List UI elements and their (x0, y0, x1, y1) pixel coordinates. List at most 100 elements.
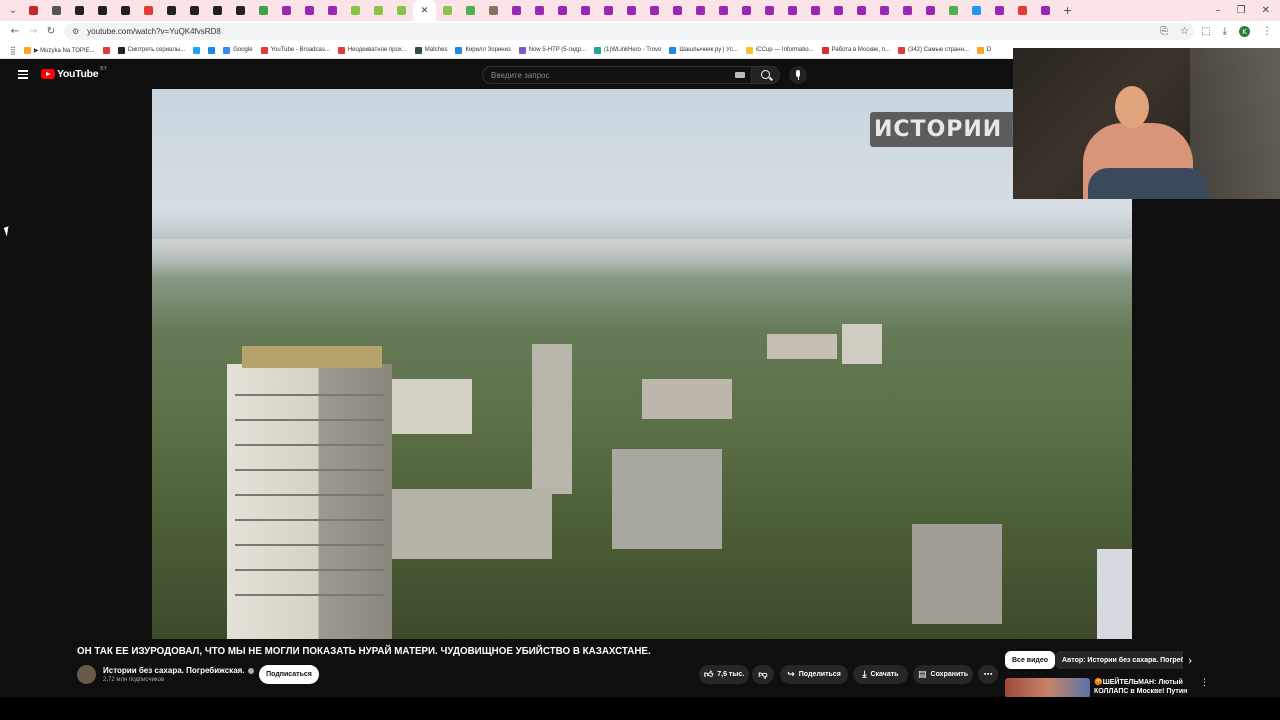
search-input[interactable]: Введите запрос (482, 66, 752, 84)
profile-avatar[interactable]: K (1239, 26, 1250, 37)
browser-tab[interactable] (252, 0, 275, 21)
tab-search-icon[interactable]: ⌄ (4, 5, 22, 16)
bookmark-item[interactable]: Шашлычник ру | Уc... (669, 46, 738, 54)
browser-tab[interactable] (850, 0, 873, 21)
site-info-icon[interactable]: ⚙ (72, 27, 79, 36)
search-button[interactable] (752, 66, 780, 84)
browser-tab[interactable] (827, 0, 850, 21)
bookmark-item[interactable]: ▶ Muzyka Na TOP!E... (23, 46, 95, 54)
browser-tab[interactable] (643, 0, 666, 21)
browser-tab[interactable] (275, 0, 298, 21)
browser-tab[interactable] (781, 0, 804, 21)
browser-tab[interactable] (344, 0, 367, 21)
browser-tab[interactable] (988, 0, 1011, 21)
browser-tab[interactable] (551, 0, 574, 21)
reload-icon[interactable]: ↻ (42, 26, 60, 37)
bookmark-item[interactable]: Google (223, 46, 253, 54)
apps-grid-icon[interactable]: ⣿ (10, 46, 16, 55)
active-tab[interactable]: ✕ (413, 0, 436, 21)
bookmark-item[interactable] (208, 46, 216, 54)
bookmark-item[interactable]: D (976, 46, 991, 54)
browser-tab[interactable] (436, 0, 459, 21)
browser-tab[interactable] (505, 0, 528, 21)
browser-tab[interactable] (137, 0, 160, 21)
browser-tab[interactable] (459, 0, 482, 21)
bookmark-item[interactable]: YouTube - Broadcas... (260, 46, 330, 54)
close-window-icon[interactable]: ✕ (1262, 5, 1270, 16)
browser-menu-icon[interactable]: ⋮ (1262, 26, 1272, 37)
microphone-icon[interactable] (789, 66, 807, 84)
bookmark-item[interactable]: Смотреть сериалы... (117, 46, 185, 54)
browser-tab[interactable] (160, 0, 183, 21)
browser-tab[interactable] (321, 0, 344, 21)
extensions-icon[interactable]: ⬚ (1201, 26, 1210, 37)
browser-tab[interactable] (896, 0, 919, 21)
browser-tab[interactable] (965, 0, 988, 21)
browser-tab[interactable] (68, 0, 91, 21)
chevron-right-icon[interactable]: › (1188, 654, 1192, 667)
browser-tab[interactable] (528, 0, 551, 21)
more-actions-button[interactable]: ⋯ (978, 665, 998, 684)
download-button[interactable]: ⤓ Скачать (853, 665, 908, 684)
dislike-button[interactable]: 👎︎ (752, 665, 774, 684)
browser-tab[interactable] (712, 0, 735, 21)
bookmark-item[interactable]: iCCup — Informatio... (745, 46, 814, 54)
bookmark-star-icon[interactable]: ☆ (1180, 26, 1189, 37)
recommendation-menu-icon[interactable]: ⋮ (1200, 678, 1209, 688)
like-button[interactable]: 👍︎ 7,6 тыс. (699, 665, 749, 684)
browser-tab[interactable] (91, 0, 114, 21)
bookmark-item[interactable]: Matches (414, 46, 447, 54)
recommendation-thumbnail[interactable] (1005, 678, 1090, 698)
browser-tab[interactable] (1034, 0, 1057, 21)
browser-tab[interactable] (206, 0, 229, 21)
new-tab-button[interactable]: + (1063, 4, 1072, 17)
browser-tab[interactable] (873, 0, 896, 21)
subscribe-button[interactable]: Подписаться (259, 665, 319, 684)
share-button[interactable]: ↪ Поделиться (780, 665, 848, 684)
browser-tab[interactable] (597, 0, 620, 21)
bookmark-item[interactable]: Now 5-HTP (5-гидр... (518, 46, 586, 54)
bookmark-item[interactable]: Работа в Москве, п... (821, 46, 890, 54)
bookmark-item[interactable]: Кирилл Зориниз (455, 46, 511, 54)
bookmark-item[interactable]: (1)WLinkHero - Trovo (594, 46, 661, 54)
save-button[interactable]: ▤ Сохранить (913, 665, 973, 684)
bookmark-item[interactable]: Неодекватное прох... (337, 46, 407, 54)
channel-name[interactable]: Истории без сахара. Погребижская. (103, 666, 254, 675)
hamburger-menu-icon[interactable] (18, 70, 28, 81)
bookmark-item[interactable]: (342) Самые странн... (897, 46, 969, 54)
forward-icon[interactable]: → (24, 26, 42, 37)
browser-tab[interactable] (367, 0, 390, 21)
browser-tab[interactable] (666, 0, 689, 21)
browser-tab[interactable] (919, 0, 942, 21)
address-url[interactable]: youtube.com/watch?v=YuQK4fvsRD8 (87, 27, 221, 36)
browser-tab[interactable] (689, 0, 712, 21)
browser-tab[interactable] (1011, 0, 1034, 21)
back-icon[interactable]: ← (6, 26, 24, 37)
bookmark-item[interactable] (102, 46, 110, 54)
browser-tab[interactable] (183, 0, 206, 21)
keyboard-icon[interactable] (735, 72, 745, 78)
youtube-logo[interactable]: YouTube BY (41, 66, 107, 80)
bookmark-item[interactable] (193, 46, 201, 54)
browser-tab[interactable] (620, 0, 643, 21)
browser-tab[interactable] (574, 0, 597, 21)
browser-tab[interactable] (390, 0, 413, 21)
close-tab-icon[interactable]: ✕ (421, 6, 429, 16)
browser-tab[interactable] (758, 0, 781, 21)
browser-tab[interactable] (804, 0, 827, 21)
download-icon[interactable]: ⤓ (1223, 26, 1227, 37)
chip-all-videos[interactable]: Все видео (1005, 651, 1056, 669)
browser-tab[interactable] (114, 0, 137, 21)
browser-tab[interactable] (735, 0, 758, 21)
minimize-icon[interactable]: – (1216, 5, 1221, 16)
browser-tab[interactable] (942, 0, 965, 21)
channel-name-text[interactable]: Истории без сахара. Погребижская. (103, 666, 245, 675)
browser-tab[interactable] (45, 0, 68, 21)
address-bar[interactable]: ⚙ youtube.com/watch?v=YuQK4fvsRD8 (64, 23, 1194, 40)
chip-by-author[interactable]: Автор: Истории без сахара. Погребижская (1055, 651, 1183, 669)
video-player[interactable]: ИСТОРИИ БЕЗ (152, 89, 1132, 639)
restore-icon[interactable]: ❐ (1237, 5, 1246, 16)
browser-tab[interactable] (229, 0, 252, 21)
browser-tab[interactable] (482, 0, 505, 21)
install-app-icon[interactable]: ⎘ (1160, 26, 1168, 37)
